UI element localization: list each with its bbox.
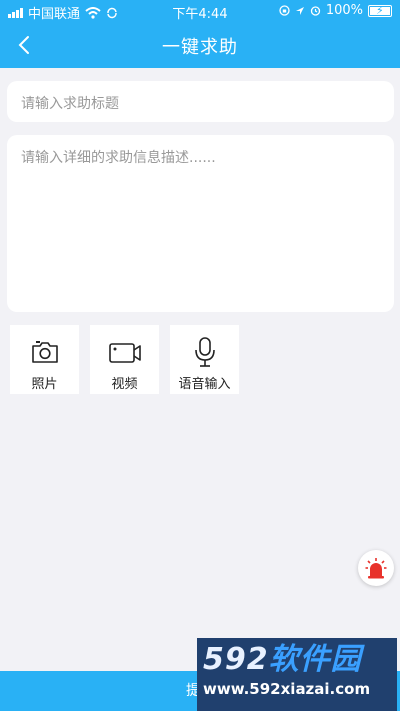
alarm-clock-icon [310, 6, 320, 16]
battery-percent: 100% [325, 3, 363, 18]
title-input-placeholder: 请输入求助标题 [21, 96, 119, 112]
video-camera-icon [108, 343, 141, 363]
nav-bar: 一键求助 [0, 22, 400, 68]
camera-icon [31, 341, 58, 363]
alarm-siren-icon [365, 558, 387, 579]
watermark: 592软件园 www.592xiazai.com [197, 638, 397, 711]
photo-button[interactable]: 照片 [10, 325, 79, 394]
watermark-brand-number: 592 [203, 642, 269, 677]
microphone-icon [194, 337, 215, 367]
voice-input-label: 语音输入 [178, 377, 231, 392]
battery-icon: ⚡ [368, 4, 392, 17]
title-input[interactable]: 请输入求助标题 [7, 81, 394, 122]
watermark-brand-text: 软件园 [268, 642, 362, 677]
status-bar: 中国联通 下午4:44 100% ⚡ [0, 0, 400, 22]
status-right: 100% ⚡ [279, 3, 392, 18]
description-textarea[interactable]: 请输入详细的求助信息描述...... [7, 135, 394, 312]
voice-input-button[interactable]: 语音输入 [170, 325, 239, 394]
video-button[interactable]: 视频 [90, 325, 159, 394]
alarm-button[interactable] [358, 550, 394, 586]
location-icon [295, 6, 304, 15]
page-title: 一键求助 [162, 37, 238, 58]
video-label: 视频 [111, 377, 138, 392]
watermark-url: www.592xiazai.com [203, 680, 371, 698]
lock-rotation-icon [279, 5, 290, 16]
photo-label: 照片 [31, 377, 58, 392]
watermark-brand: 592软件园 [203, 642, 391, 678]
description-placeholder: 请输入详细的求助信息描述...... [21, 150, 216, 166]
